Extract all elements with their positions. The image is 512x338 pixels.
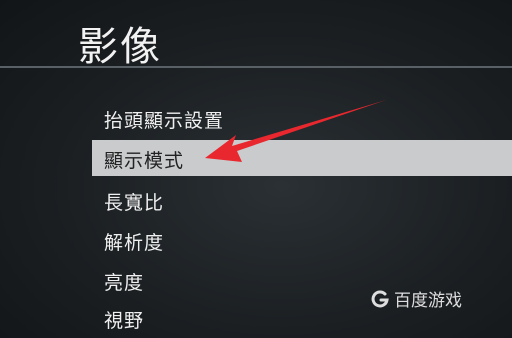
menu-item-display-mode[interactable]: 顯示模式 (0, 140, 512, 176)
watermark: 百度游戏 (370, 286, 462, 311)
menu-item-label: 長寬比 (104, 192, 165, 214)
watermark-text: 百度游戏 (394, 291, 462, 311)
page-title: 影像 (78, 24, 162, 70)
menu-item-hud-settings[interactable]: 抬頭顯示設置 (0, 100, 512, 136)
menu-item-aspect-ratio[interactable]: 長寬比 (0, 182, 512, 218)
menu-item-label: 抬頭顯示設置 (104, 110, 225, 132)
baidu-game-logo-icon (371, 290, 389, 307)
menu-item-label: 視野 (104, 310, 145, 332)
menu-item-label: 亮度 (104, 272, 145, 294)
header-divider (0, 66, 512, 68)
menu-item-label: 顯示模式 (104, 150, 185, 172)
menu-item-label: 解析度 (104, 232, 165, 254)
menu-item-resolution[interactable]: 解析度 (0, 222, 512, 258)
